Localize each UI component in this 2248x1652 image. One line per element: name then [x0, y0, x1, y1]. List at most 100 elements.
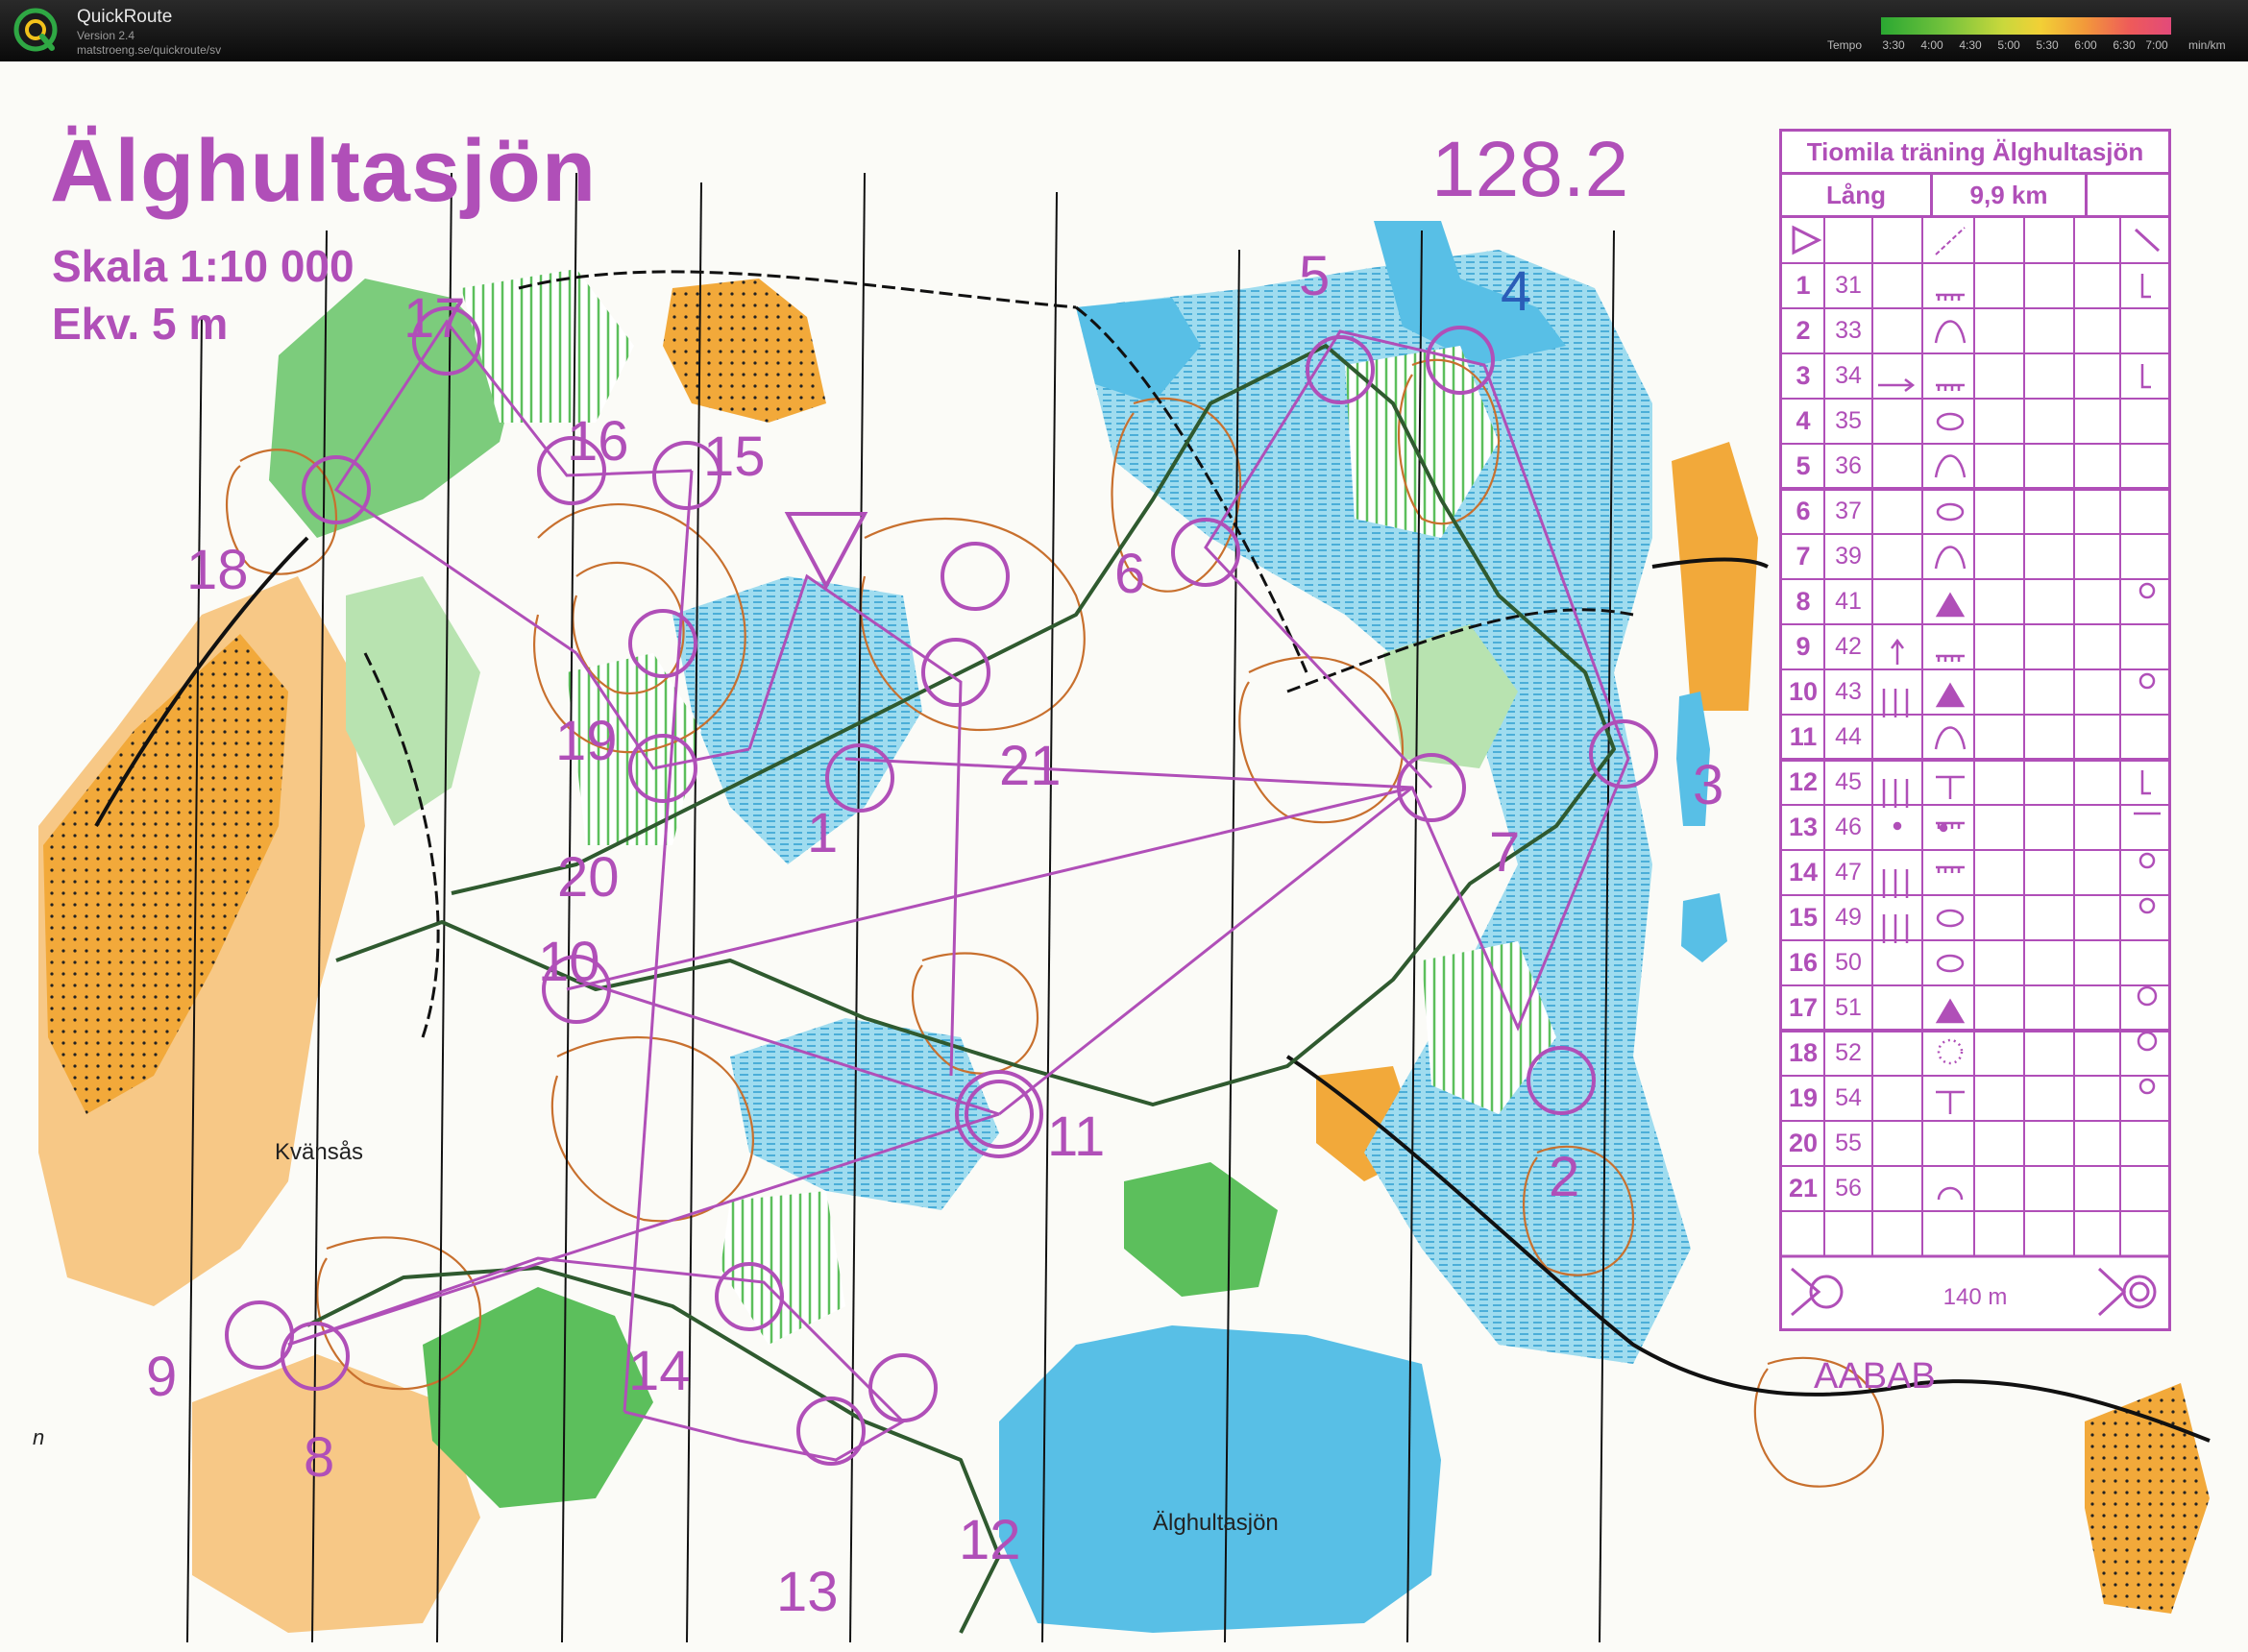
cd-code: 46 [1835, 814, 1862, 840]
cd-seq: 1 [1796, 271, 1811, 300]
cd-row: 21 56 [1782, 1166, 2168, 1211]
map-title: Älghultasjön [50, 122, 598, 220]
cd-seq: 2 [1796, 316, 1811, 345]
control-label-12: 12 [959, 1509, 1021, 1571]
cd-code: 34 [1835, 362, 1862, 389]
lake-name: Älghultasjön [1153, 1510, 1279, 1536]
cd-row: 14 47 [1782, 850, 2168, 895]
cd-start-location-icon [2134, 228, 2161, 253]
cd-title: Tiomila träning Älghultasjön [1782, 132, 2168, 175]
cd-row: 3 34 [1782, 353, 2168, 399]
tempo-tick: 3:30 [1882, 38, 1905, 52]
control-label-20: 20 [557, 846, 620, 909]
cd-seq: 10 [1788, 677, 1819, 706]
cd-seq: 5 [1796, 451, 1811, 480]
cd-row: 4 35 [1782, 399, 2168, 444]
cd-start-symbol [1792, 225, 1822, 255]
cd-seq: 16 [1788, 948, 1819, 977]
cd-finish-arrow-icon [2097, 1267, 2127, 1317]
cd-code: 56 [1835, 1175, 1862, 1202]
cd-finish-circle-icon-inner [2129, 1281, 2150, 1302]
cd-row: 13 46 [1782, 805, 2168, 850]
map-scale: Skala 1:10 000 [52, 241, 354, 291]
cd-code: 52 [1835, 1039, 1862, 1066]
cd-code: 54 [1835, 1084, 1862, 1111]
cd-seq: 6 [1796, 497, 1811, 525]
lake-alghultasjon [999, 1325, 1441, 1633]
cd-code: 44 [1835, 723, 1862, 750]
tempo-tick: 6:30 [2113, 38, 2136, 52]
cd-seq: 18 [1788, 1038, 1819, 1067]
course-code: 128.2 [1431, 126, 1629, 213]
cd-row: 8 41 [1782, 579, 2168, 624]
tempo-tick: 5:30 [2036, 38, 2059, 52]
control-label-19: 19 [555, 710, 618, 772]
tempo-color-scale [1881, 17, 2171, 35]
cd-code: 50 [1835, 949, 1862, 976]
map-company: AABAB [1814, 1356, 1936, 1397]
control-label-17: 17 [403, 287, 466, 350]
cd-code: 43 [1835, 678, 1862, 705]
cd-start-feature-icon [1935, 227, 1966, 255]
tempo-tick: 6:00 [2074, 38, 2097, 52]
cd-seq: 9 [1796, 632, 1811, 661]
control-label-13: 13 [776, 1561, 839, 1623]
cd-code: 47 [1835, 859, 1862, 886]
cd-seq: 21 [1788, 1174, 1819, 1203]
cd-seq: 4 [1796, 406, 1811, 435]
control-label-6: 6 [1114, 543, 1146, 605]
app-name: QuickRoute [77, 7, 173, 27]
cd-seq: 11 [1789, 722, 1818, 751]
cd-seq: 20 [1788, 1129, 1819, 1157]
cd-code: 39 [1835, 543, 1862, 570]
cd-seq: 12 [1788, 767, 1819, 796]
map-equidistance: Ekv. 5 m [52, 299, 229, 349]
cd-seq: 13 [1788, 813, 1819, 841]
cd-code: 55 [1835, 1130, 1862, 1156]
cd-code: 37 [1835, 498, 1862, 524]
cd-row: 7 39 [1782, 534, 2168, 579]
cd-seq: 8 [1796, 587, 1811, 616]
cd-row: 6 37 [1782, 489, 2168, 534]
cd-code: 33 [1835, 317, 1862, 344]
cd-seq: 3 [1796, 361, 1811, 390]
app-version: Version 2.4 [77, 29, 135, 42]
cd-course: Lång [1782, 175, 1933, 215]
cd-code: 42 [1835, 633, 1862, 660]
cd-seq: 19 [1788, 1083, 1819, 1112]
cd-code: 51 [1835, 994, 1862, 1021]
control-label-16: 16 [567, 410, 629, 473]
cd-row: 9 42 [1782, 624, 2168, 669]
tempo-tick: 5:00 [1997, 38, 2020, 52]
cd-row: 10 43 [1782, 669, 2168, 715]
tempo-label: Tempo [1827, 38, 1863, 52]
orienteering-map[interactable]: Älghultasjön Skala 1:10 000 Ekv. 5 m 128… [0, 61, 2248, 1652]
cd-row: 11 44 [1782, 715, 2168, 760]
control-label-21: 21 [999, 735, 1062, 797]
control-label-2: 2 [1549, 1146, 1580, 1208]
app-url: matstroeng.se/quickroute/sv [77, 43, 222, 57]
cd-code: 49 [1835, 904, 1862, 931]
cd-finish-start-icon [1791, 1267, 1821, 1317]
control-label-11: 11 [1047, 1105, 1106, 1168]
control-label-3: 3 [1693, 754, 1724, 816]
control-label-14: 14 [628, 1340, 691, 1402]
title-bar: QuickRoute Version 2.4 matstroeng.se/qui… [0, 0, 2248, 61]
control-label-7: 7 [1489, 821, 1521, 884]
cd-finish-circle-icon [2122, 1275, 2157, 1309]
cd-code: 45 [1835, 768, 1862, 795]
control-label-10: 10 [538, 931, 600, 993]
control-label-1: 1 [807, 802, 839, 864]
cd-code: 35 [1835, 407, 1862, 434]
control-label-8: 8 [304, 1426, 335, 1489]
margin-note: n [33, 1425, 45, 1449]
cd-seq: 15 [1788, 903, 1819, 932]
cd-row: 20 55 [1782, 1121, 2168, 1166]
cd-seq: 14 [1788, 858, 1819, 887]
cd-row: 18 52 [1782, 1031, 2168, 1076]
cd-seq: 7 [1796, 542, 1811, 571]
cd-row: 12 45 [1782, 760, 2168, 805]
cd-code: 31 [1835, 272, 1862, 299]
cd-code: 36 [1835, 452, 1862, 479]
cd-finish-circle-icon-left [1809, 1275, 1844, 1309]
